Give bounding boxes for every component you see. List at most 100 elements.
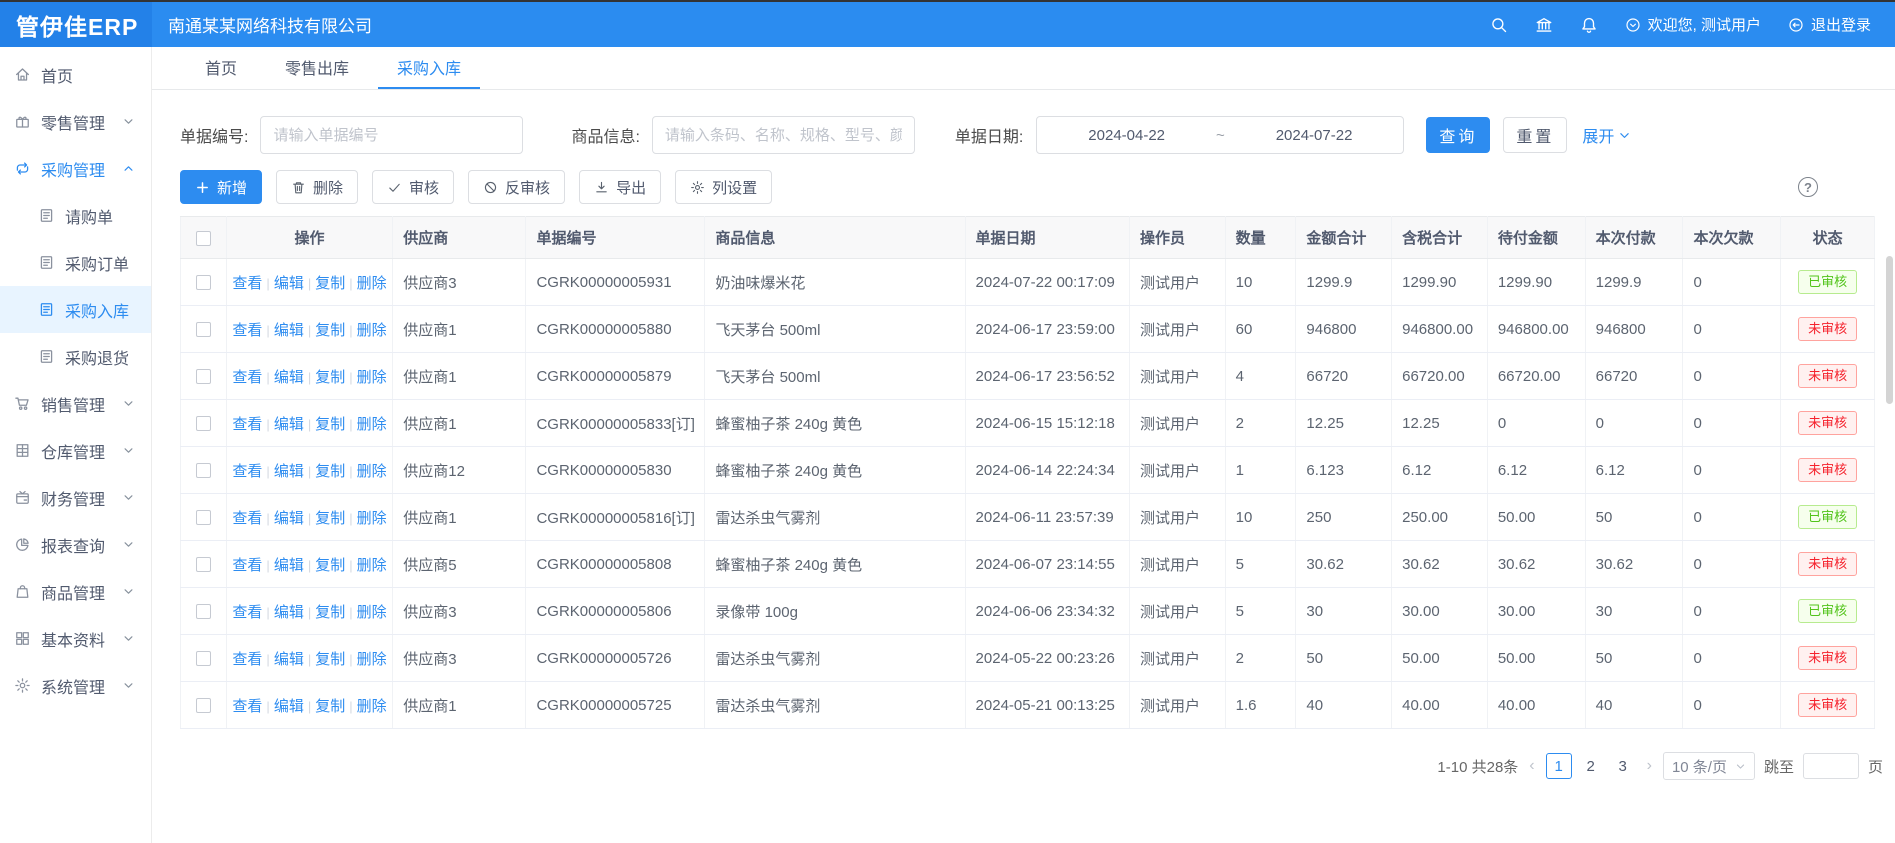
row-checkbox[interactable] [196, 322, 211, 337]
date-start-value[interactable]: 2024-04-22 [1037, 127, 1216, 144]
export-button[interactable]: 导出 [579, 170, 661, 204]
select-all-checkbox[interactable] [196, 231, 211, 246]
action-copy-link[interactable]: 复制 [315, 557, 345, 574]
row-checkbox[interactable] [196, 369, 211, 384]
tab-零售出库[interactable]: 零售出库 [266, 47, 368, 89]
action-view-link[interactable]: 查看 [232, 557, 262, 574]
unaudit-button[interactable]: 反审核 [468, 170, 565, 204]
row-checkbox[interactable] [196, 463, 211, 478]
page-button-1[interactable]: 1 [1546, 753, 1572, 779]
action-view-link[interactable]: 查看 [232, 369, 262, 386]
row-checkbox[interactable] [196, 275, 211, 290]
date-end-value[interactable]: 2024-07-22 [1225, 127, 1404, 144]
action-copy-link[interactable]: 复制 [315, 510, 345, 527]
action-copy-link[interactable]: 复制 [315, 604, 345, 621]
action-view-link[interactable]: 查看 [232, 604, 262, 621]
expand-link[interactable]: 展开 [1582, 123, 1631, 147]
column-settings-button[interactable]: 列设置 [675, 170, 772, 204]
action-view-link[interactable]: 查看 [232, 322, 262, 339]
action-copy-link[interactable]: 复制 [315, 463, 345, 480]
sidebar-item-采购退货[interactable]: 采购退货 [0, 333, 151, 380]
action-delete-link[interactable]: 删除 [357, 463, 387, 480]
page-button-2[interactable]: 2 [1578, 753, 1604, 779]
action-copy-link[interactable]: 复制 [315, 416, 345, 433]
jump-page-input[interactable] [1803, 753, 1859, 779]
tab-首页[interactable]: 首页 [186, 47, 256, 89]
select-all-header [181, 217, 227, 259]
action-copy-link[interactable]: 复制 [315, 698, 345, 715]
action-view-link[interactable]: 查看 [232, 463, 262, 480]
action-copy-link[interactable]: 复制 [315, 651, 345, 668]
date-range-picker[interactable]: 2024-04-22 ~ 2024-07-22 [1036, 116, 1404, 154]
delete-button[interactable]: 删除 [276, 170, 358, 204]
action-edit-link[interactable]: 编辑 [274, 463, 304, 480]
search-icon[interactable] [1490, 16, 1508, 34]
logout-button[interactable]: 退出登录 [1788, 14, 1871, 35]
sidebar-item-采购入库[interactable]: 采购入库 [0, 286, 151, 333]
action-edit-link[interactable]: 编辑 [274, 369, 304, 386]
sidebar-item-零售管理[interactable]: 零售管理 [0, 98, 151, 145]
action-view-link[interactable]: 查看 [232, 275, 262, 292]
tab-采购入库[interactable]: 采购入库 [378, 47, 480, 89]
action-edit-link[interactable]: 编辑 [274, 557, 304, 574]
sidebar-item-系统管理[interactable]: 系统管理 [0, 662, 151, 709]
action-edit-link[interactable]: 编辑 [274, 651, 304, 668]
action-delete-link[interactable]: 删除 [357, 510, 387, 527]
action-view-link[interactable]: 查看 [232, 651, 262, 668]
sidebar-item-采购管理[interactable]: 采购管理 [0, 145, 151, 192]
sidebar-item-商品管理[interactable]: 商品管理 [0, 568, 151, 615]
page-size-select[interactable]: 10 条/页 [1663, 752, 1755, 780]
prev-page-button[interactable]: ‹ [1527, 757, 1536, 775]
reset-button[interactable]: 重置 [1503, 117, 1567, 153]
row-checkbox[interactable] [196, 416, 211, 431]
action-delete-link[interactable]: 删除 [357, 369, 387, 386]
sidebar-item-请购单[interactable]: 请购单 [0, 192, 151, 239]
add-button[interactable]: 新增 [180, 170, 262, 204]
sidebar-item-仓库管理[interactable]: 仓库管理 [0, 427, 151, 474]
row-checkbox[interactable] [196, 604, 211, 619]
action-delete-link[interactable]: 删除 [357, 651, 387, 668]
sidebar-item-财务管理[interactable]: 财务管理 [0, 474, 151, 521]
action-view-link[interactable]: 查看 [232, 416, 262, 433]
help-icon[interactable]: ? [1798, 177, 1818, 197]
action-delete-link[interactable]: 删除 [357, 275, 387, 292]
action-view-link[interactable]: 查看 [232, 698, 262, 715]
welcome-user[interactable]: 欢迎您, 测试用户 [1625, 14, 1761, 35]
action-copy-link[interactable]: 复制 [315, 275, 345, 292]
action-edit-link[interactable]: 编辑 [274, 322, 304, 339]
query-button[interactable]: 查询 [1426, 117, 1490, 153]
action-delete-link[interactable]: 删除 [357, 557, 387, 574]
sidebar-item-采购订单[interactable]: 采购订单 [0, 239, 151, 286]
audit-button[interactable]: 审核 [372, 170, 454, 204]
order-no-input[interactable] [260, 116, 523, 154]
table-scrollbar[interactable] [1886, 256, 1893, 404]
bell-icon[interactable] [1580, 16, 1598, 34]
action-edit-link[interactable]: 编辑 [274, 698, 304, 715]
sidebar-item-首页[interactable]: 首页 [0, 51, 151, 98]
action-copy-link[interactable]: 复制 [315, 322, 345, 339]
action-edit-link[interactable]: 编辑 [274, 604, 304, 621]
row-checkbox[interactable] [196, 651, 211, 666]
cell-qty: 60 [1225, 306, 1296, 353]
action-delete-link[interactable]: 删除 [357, 416, 387, 433]
bank-icon[interactable] [1535, 16, 1553, 34]
action-copy-link[interactable]: 复制 [315, 369, 345, 386]
cell-qty: 1 [1225, 447, 1296, 494]
action-edit-link[interactable]: 编辑 [274, 510, 304, 527]
action-edit-link[interactable]: 编辑 [274, 416, 304, 433]
action-edit-link[interactable]: 编辑 [274, 275, 304, 292]
action-view-link[interactable]: 查看 [232, 510, 262, 527]
product-info-input[interactable] [652, 116, 915, 154]
action-delete-link[interactable]: 删除 [357, 698, 387, 715]
sidebar-item-销售管理[interactable]: 销售管理 [0, 380, 151, 427]
row-checkbox[interactable] [196, 557, 211, 572]
row-checkbox[interactable] [196, 510, 211, 525]
action-delete-link[interactable]: 删除 [357, 604, 387, 621]
next-page-button[interactable]: › [1645, 757, 1654, 775]
action-delete-link[interactable]: 删除 [357, 322, 387, 339]
sidebar-item-基本资料[interactable]: 基本资料 [0, 615, 151, 662]
sidebar-item-报表查询[interactable]: 报表查询 [0, 521, 151, 568]
page-button-3[interactable]: 3 [1610, 753, 1636, 779]
action-separator: | [349, 464, 352, 479]
row-checkbox[interactable] [196, 698, 211, 713]
